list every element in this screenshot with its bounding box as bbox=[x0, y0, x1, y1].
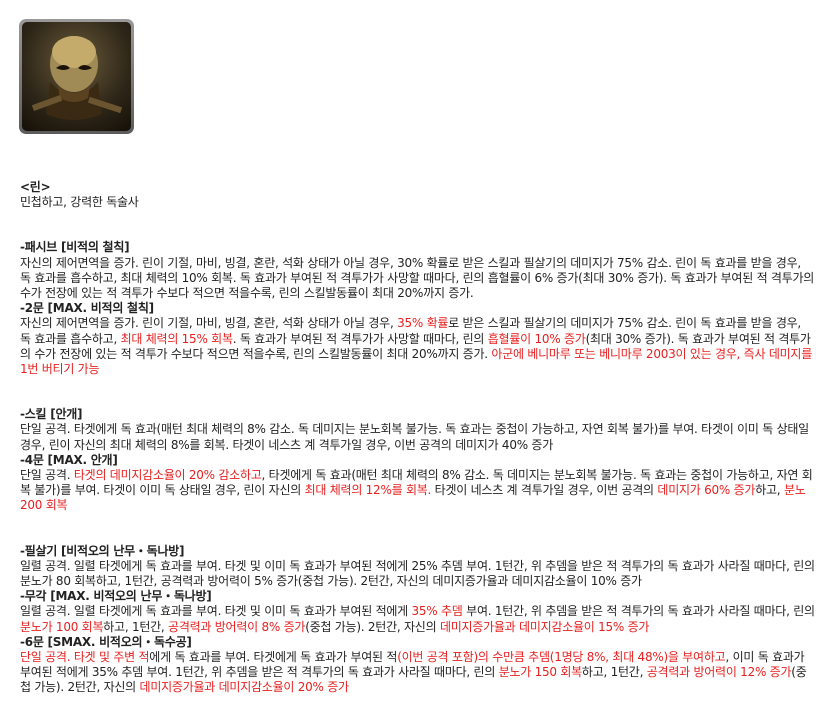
ultimate-title: -필살기 [비적오의 난무・독나방] bbox=[20, 543, 185, 558]
character-name-heading: <린> bbox=[20, 180, 51, 194]
character-tagline: 민첩하고, 강력한 독술사 bbox=[20, 195, 139, 210]
highlight-text: 데미지가 60% 증가 bbox=[657, 483, 756, 498]
passive-description: 자신의 제어면역을 증가. 린이 기절, 마비, 빙결, 혼란, 석화 상태가 … bbox=[20, 255, 815, 301]
skill-max-title: -4문 [MAX. 안개] bbox=[20, 452, 118, 467]
body-text: 하고, 1턴간, bbox=[581, 665, 647, 680]
skill-title: -스킬 [안개] bbox=[20, 407, 83, 422]
highlight-text: 타겟의 데미지감소율이 20% 감소하고 bbox=[73, 468, 262, 483]
highlight-text: 최대 체력의 12%를 회복. bbox=[304, 483, 432, 498]
highlight-text: 최대 체력의 15% 회복 bbox=[120, 331, 233, 346]
skill-description: 단일 공격. 타겟에게 독 효과(매턴 최대 체력의 8% 감소. 독 데미지는… bbox=[20, 422, 809, 452]
ultimate-description: 일렬 공격. 일렬 타겟에게 독 효과를 부여. 타겟 및 이미 독 효과가 부… bbox=[20, 558, 815, 589]
highlight-text: 35% 추뎀 bbox=[411, 604, 463, 619]
character-description: <린> 민첩하고, 강력한 독술사 -패시브 [비적의 철칙] 자신의 제어면역… bbox=[20, 180, 815, 696]
skill-max-description: 단일 공격. 타겟의 데미지감소율이 20% 감소하고, 타겟에게 독 효과(매… bbox=[20, 468, 815, 514]
highlight-text: (이번 공격 포함)의 수만큼 추뎀(1명당 8%, 최대 48%)을 부여하고 bbox=[397, 650, 726, 665]
highlight-text: 데미지증가율과 데미지감소율이 20% 증가 bbox=[139, 680, 350, 695]
masked-fighter-image bbox=[31, 36, 123, 120]
body-text: 하고, bbox=[755, 483, 784, 498]
body-text: (중첩 가능). 2턴간, 자신의 bbox=[305, 619, 440, 634]
ultimate-smax-description: 단일 공격. 타겟 및 주변 적에게 독 효과를 부여. 타겟에게 독 효과가 … bbox=[20, 650, 815, 696]
passive-title: -패시브 [비적의 철칙] bbox=[20, 240, 130, 255]
passive-max-description: 자신의 제어면역을 증가. 린이 기절, 마비, 빙결, 혼란, 석화 상태가 … bbox=[20, 316, 815, 377]
body-text: 하고, 1턴간, bbox=[103, 619, 169, 634]
body-text: . 독 효과가 부여된 적 격투가가 사망할 때마다, 린의 bbox=[232, 331, 488, 346]
character-portrait bbox=[19, 19, 134, 134]
highlight-text: 공격력과 방어력이 8% 증가 bbox=[168, 619, 306, 634]
highlight-text: 분노가 100 회복 bbox=[20, 619, 104, 634]
portrait-image bbox=[22, 22, 131, 131]
body-text: 타겟이 네스츠 계 격투가일 경우, 이번 공격의 bbox=[431, 483, 658, 498]
ultimate-max-title: -무각 [MAX. 비적오의 난무・독나방] bbox=[20, 589, 212, 604]
body-text: 일렬 공격. 일렬 타겟에게 독 효과를 부여. 타겟 및 이미 독 효과가 부… bbox=[20, 604, 412, 619]
highlight-text: 공격력과 방어력이 12% 증가 bbox=[646, 665, 792, 680]
passive-max-title: -2문 [MAX. 비적의 철칙] bbox=[20, 301, 154, 316]
highlight-text: 35% 확률 bbox=[397, 316, 449, 331]
highlight-text: 단일 공격. 타겟 및 주변 적 bbox=[20, 650, 150, 665]
highlight-text: 분노가 150 회복 bbox=[498, 665, 582, 680]
body-text: 자신의 제어면역을 증가. 린이 기절, 마비, 빙결, 혼란, 석화 상태가 … bbox=[20, 316, 398, 331]
highlight-text: 흡혈률이 10% 증가 bbox=[487, 331, 586, 346]
ultimate-smax-title: -6문 [SMAX. 비적오의・독수공] bbox=[20, 634, 192, 649]
highlight-text: 데미지증가율과 데미지감소율이 15% 증가 bbox=[439, 619, 650, 634]
body-text: 단일 공격. bbox=[20, 468, 74, 483]
body-text: 부여. 1턴간, 위 추뎀을 받은 적 격투가의 독 효과가 사라질 때마다, … bbox=[462, 604, 815, 619]
body-text: 에게 독 효과를 부여. 타겟에게 독 효과가 부여된 적 bbox=[149, 650, 398, 665]
ultimate-max-description: 일렬 공격. 일렬 타겟에게 독 효과를 부여. 타겟 및 이미 독 효과가 부… bbox=[20, 604, 815, 634]
